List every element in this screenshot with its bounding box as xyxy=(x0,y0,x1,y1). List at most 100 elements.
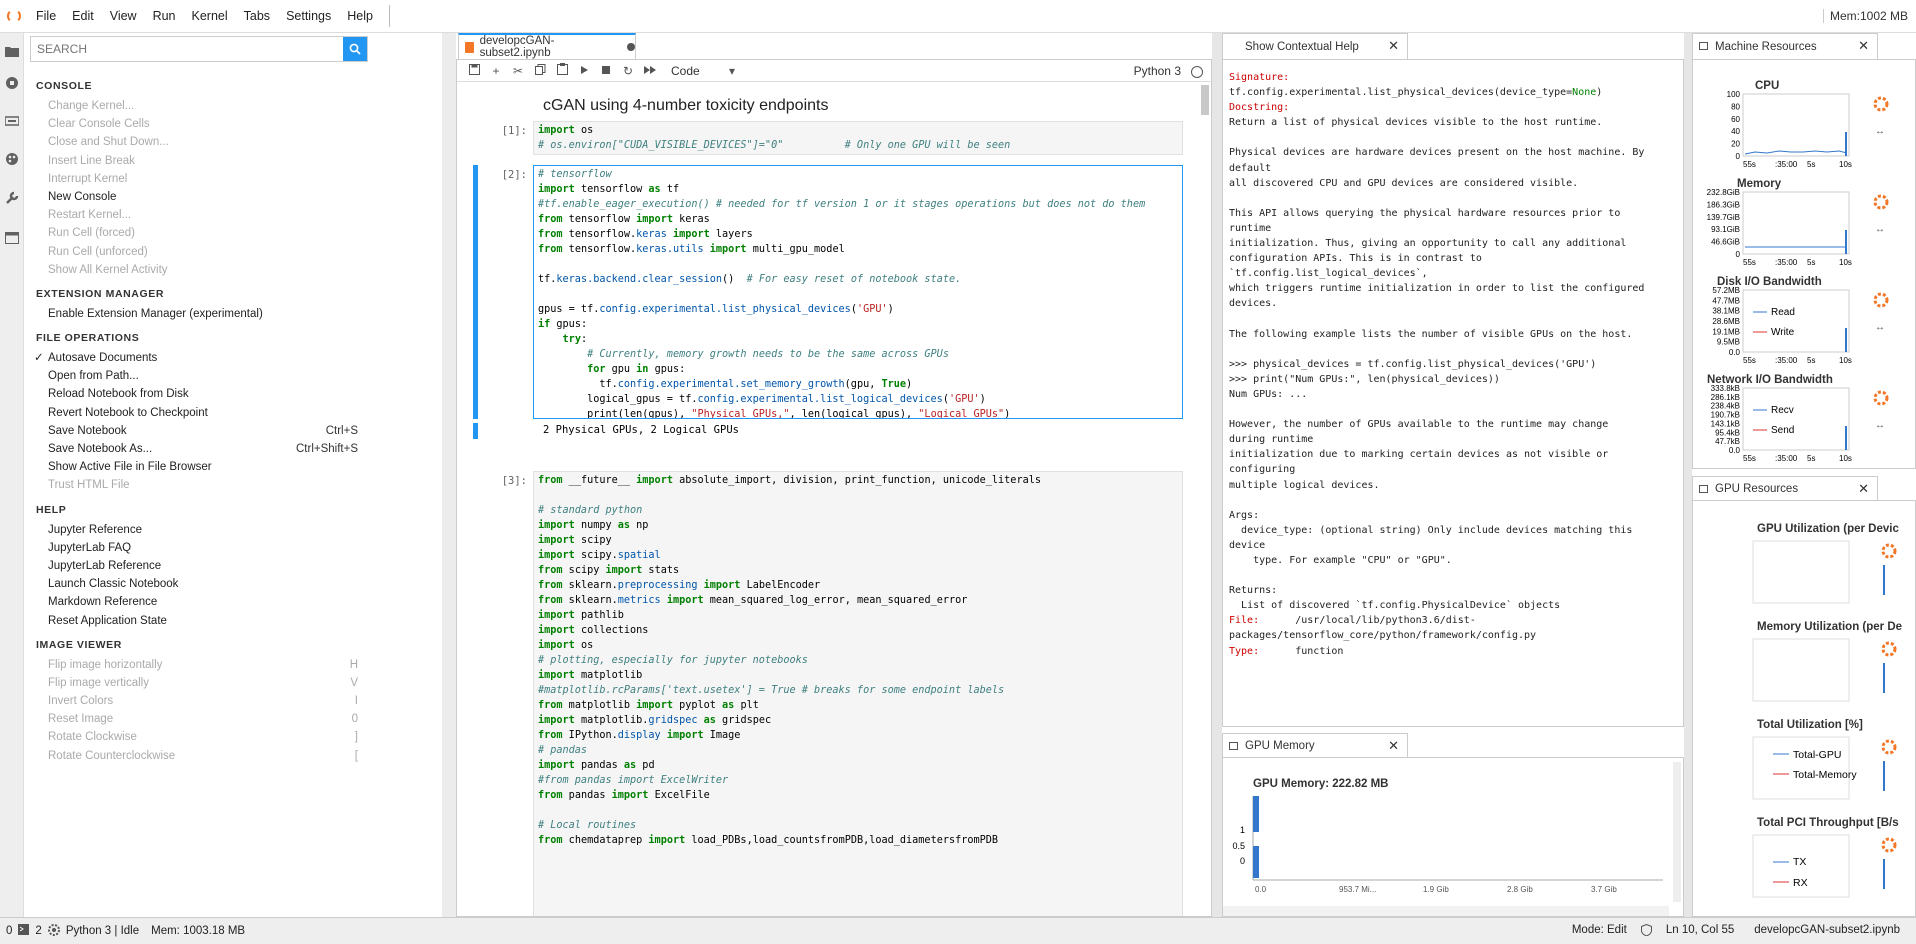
status-cursor-position[interactable]: Ln 10, Col 55 xyxy=(1656,924,1744,939)
menu-help[interactable]: Help xyxy=(339,9,381,23)
command-search-input[interactable] xyxy=(31,37,343,61)
command-shortcut: Ctrl+Shift+S xyxy=(296,443,358,455)
gpu-memory-panel: GPU Memory: 222.82 MB 1 0.5 0 0.0 953.7 … xyxy=(1222,757,1684,917)
property-inspector-icon[interactable] xyxy=(4,151,20,167)
chart-menu-icon[interactable] xyxy=(1881,543,1897,559)
close-icon[interactable]: ✕ xyxy=(1388,738,1399,754)
command-item[interactable]: Enable Extension Manager (experimental) xyxy=(24,305,364,323)
command-item[interactable]: Save Notebook Ctrl+S xyxy=(24,422,364,440)
gpu-memory-scrollbar[interactable] xyxy=(1673,762,1681,902)
tab-contextual-help[interactable]: Show Contextual Help ✕ xyxy=(1222,33,1408,59)
save-icon[interactable] xyxy=(463,63,485,78)
jupyter-logo-icon[interactable] xyxy=(0,0,28,33)
tab-notebook[interactable]: developcGAN-subset2.ipynb xyxy=(458,33,636,59)
cell-type-select[interactable]: Code xyxy=(671,64,741,78)
code-cell-1[interactable]: [1]: import os # os.environ["CUDA_VISIBL… xyxy=(457,121,1197,161)
x-tick-label: :35:00 xyxy=(1775,454,1798,463)
code-editor[interactable]: from __future__ import absolute_import, … xyxy=(533,471,1183,916)
command-item[interactable]: Reload Notebook from Disk xyxy=(24,385,364,403)
status-terminals-count[interactable]: 0 xyxy=(0,925,18,937)
fast-forward-icon[interactable] xyxy=(639,64,661,78)
run-icon[interactable] xyxy=(573,64,595,78)
command-item[interactable]: Show Active File in File Browser xyxy=(24,458,364,476)
x-tick-label: 5s xyxy=(1807,454,1815,463)
command-item[interactable]: Jupyter Reference xyxy=(24,521,364,539)
paste-icon[interactable] xyxy=(551,63,573,78)
menu-run[interactable]: Run xyxy=(145,9,184,23)
kernel-name[interactable]: Python 3 xyxy=(1134,64,1181,78)
command-item[interactable]: ✓ Autosave Documents xyxy=(24,349,364,367)
restart-icon[interactable]: ↻ xyxy=(617,64,639,78)
y-tick-label: 0.0 xyxy=(1729,446,1741,455)
notebook-splitter[interactable] xyxy=(1212,33,1222,917)
menu-tabs[interactable]: Tabs xyxy=(236,9,278,23)
close-icon[interactable]: ✕ xyxy=(1858,38,1869,54)
command-item: Flip image horizontally H xyxy=(24,656,364,674)
code-editor[interactable]: # tensorflow import tensorflow as tf #tf… xyxy=(533,165,1183,419)
command-label: Change Kernel... xyxy=(48,100,135,112)
folder-icon[interactable] xyxy=(4,43,20,59)
help-splitter[interactable] xyxy=(1684,33,1692,917)
running-sessions-icon[interactable] xyxy=(4,75,20,91)
copy-icon[interactable] xyxy=(529,63,551,78)
chart-menu-icon[interactable] xyxy=(1881,837,1897,853)
close-icon[interactable]: ✕ xyxy=(1858,481,1869,497)
command-item[interactable]: Revert Notebook to Checkpoint xyxy=(24,404,364,422)
command-label: Rotate Counterclockwise xyxy=(48,749,176,762)
status-kernel[interactable]: Python 3 | Idle xyxy=(60,925,145,937)
chart-menu-icon[interactable] xyxy=(1881,641,1897,657)
tabs-icon[interactable] xyxy=(4,230,20,246)
command-label: Open from Path... xyxy=(48,370,139,383)
chart-menu-icon[interactable] xyxy=(1881,739,1897,755)
menu-view[interactable]: View xyxy=(102,9,145,23)
gpu-current-bar xyxy=(1883,761,1885,791)
y-tick-label: 143.1kB xyxy=(1711,419,1740,428)
stop-icon[interactable] xyxy=(595,64,617,78)
notebook-panel: + ✂ ↻ Code Python 3 c xyxy=(456,59,1212,917)
unsaved-dot-icon[interactable] xyxy=(627,43,635,51)
command-item[interactable]: New Console xyxy=(24,188,364,206)
markdown-cell[interactable]: cGAN using 4-number toxicity endpoints xyxy=(457,83,1197,119)
x-tick-label: 55s xyxy=(1743,454,1756,463)
command-item[interactable]: Reset Application State xyxy=(24,612,364,630)
tab-machine-resources[interactable]: Machine Resources ✕ xyxy=(1692,33,1878,59)
code-editor[interactable]: import os # os.environ["CUDA_VISIBLE_DEV… xyxy=(533,121,1183,155)
command-label: Flip image vertically xyxy=(48,676,149,689)
status-kernels-count[interactable]: 2 xyxy=(29,925,47,937)
menu-kernel[interactable]: Kernel xyxy=(184,9,236,23)
command-item[interactable]: Launch Classic Notebook xyxy=(24,575,364,593)
tab-gpu-resources[interactable]: GPU Resources ✕ xyxy=(1692,476,1878,500)
notebook-scrollbar[interactable] xyxy=(1201,85,1209,115)
command-item: Change Kernel... xyxy=(24,97,364,115)
gpu-memory-hscrollbar[interactable] xyxy=(1223,906,1669,916)
tab-gpu-memory[interactable]: GPU Memory ✕ xyxy=(1222,733,1408,757)
code-cell-3[interactable]: [3]: from __future__ import absolute_imp… xyxy=(457,471,1197,916)
close-icon[interactable]: ✕ xyxy=(1388,38,1399,54)
code-cell-2[interactable]: [2]: # tensorflow import tensorflow as t… xyxy=(457,165,1197,455)
command-item[interactable]: Open from Path... xyxy=(24,367,364,385)
commands-palette-icon[interactable] xyxy=(4,113,20,129)
legend-total-gpu: Total-GPU xyxy=(1793,749,1841,761)
command-item[interactable]: JupyterLab FAQ xyxy=(24,539,364,557)
menu-file[interactable]: File xyxy=(28,9,64,23)
gpu-memory-chart: 1 0.5 0 0.0 953.7 Mi... 1.9 Gib 2.8 Gib … xyxy=(1223,762,1681,916)
legend-label: Write xyxy=(1771,327,1795,338)
command-item[interactable]: Markdown Reference xyxy=(24,593,364,611)
command-label: New Console xyxy=(48,190,117,203)
command-item: Interrupt Kernel xyxy=(24,170,364,188)
trusted-shield-icon[interactable] xyxy=(1637,923,1656,939)
add-cell-icon[interactable]: + xyxy=(485,64,507,78)
menu-settings[interactable]: Settings xyxy=(278,9,339,23)
cut-icon[interactable]: ✂ xyxy=(507,64,529,78)
wrench-icon[interactable] xyxy=(4,190,20,206)
left-panel-splitter[interactable] xyxy=(442,33,456,917)
command-item[interactable]: JupyterLab Reference xyxy=(24,557,364,575)
search-icon[interactable] xyxy=(343,37,367,61)
menu-edit[interactable]: Edit xyxy=(64,9,102,23)
command-item[interactable]: Save Notebook As... Ctrl+Shift+S xyxy=(24,440,364,458)
section-header: IMAGE VIEWER xyxy=(36,638,122,651)
command-label: Invert Colors xyxy=(48,695,114,708)
command-label: Save Notebook xyxy=(48,424,127,437)
chart-menu-icon xyxy=(1873,194,1889,210)
x-tick-label: 10s xyxy=(1839,356,1852,365)
